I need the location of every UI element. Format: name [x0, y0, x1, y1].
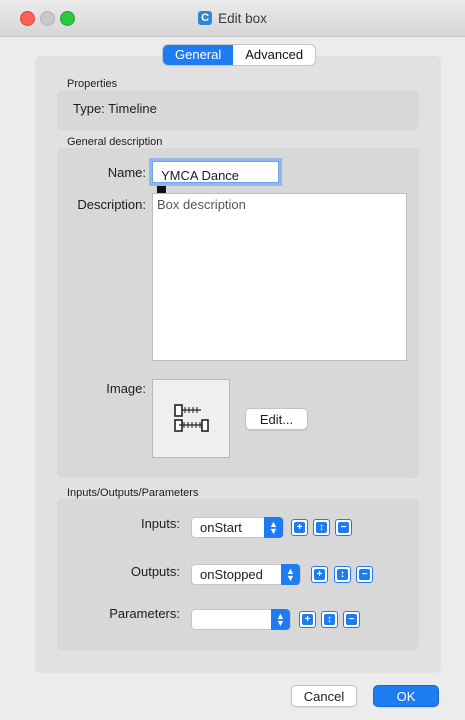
minus-icon: − — [340, 522, 347, 533]
window-title: C Edit box — [0, 0, 465, 36]
io-section-label: Inputs/Outputs/Parameters — [67, 487, 199, 499]
remove-output-button[interactable]: − — [356, 566, 373, 583]
name-field[interactable]: YMCA Dance — [152, 161, 279, 206]
inputs-label: Inputs: — [140, 516, 180, 531]
edit-output-button[interactable]: ↕ — [334, 566, 351, 583]
box-image-well[interactable] — [152, 379, 230, 458]
chevron-updown-icon: ▲ ▼ — [264, 517, 283, 538]
name-label: Name: — [107, 165, 146, 180]
chevron-updown-icon: ▲ ▼ — [271, 609, 290, 630]
edit-icon: ↕ — [327, 614, 332, 625]
edit-icon: ↕ — [340, 569, 345, 580]
plus-icon: + — [296, 522, 303, 533]
plus-icon: + — [304, 614, 311, 625]
edit-parameter-button[interactable]: ↕ — [321, 611, 338, 628]
window-title-text: Edit box — [218, 10, 267, 26]
properties-section-label: Properties — [67, 78, 118, 90]
parameters-select[interactable]: ▲ ▼ — [191, 609, 291, 630]
timeline-icon — [174, 404, 209, 432]
description-label: Description: — [77, 197, 146, 212]
properties-box: Type: Timeline — [57, 90, 419, 130]
minus-icon: − — [361, 569, 368, 580]
general-description-section-label: General description — [67, 136, 163, 148]
description-textarea[interactable]: Box description — [152, 193, 407, 361]
remove-parameter-button[interactable]: − — [343, 611, 360, 628]
type-text: Type: Timeline — [73, 101, 157, 116]
inputs-select[interactable]: onStart ▲ ▼ — [191, 517, 284, 538]
outputs-select[interactable]: onStopped ▲ ▼ — [191, 564, 301, 585]
outputs-label: Outputs: — [130, 564, 180, 579]
title-bar: C Edit box — [0, 0, 465, 37]
edit-icon: ↕ — [319, 522, 324, 533]
outputs-select-value: onStopped — [200, 567, 263, 582]
add-output-button[interactable]: + — [311, 566, 328, 583]
description-value: Box description — [157, 197, 246, 212]
tab-advanced[interactable]: Advanced — [233, 45, 316, 65]
image-label: Image: — [106, 381, 146, 396]
remove-input-button[interactable]: − — [335, 519, 352, 536]
edit-image-button[interactable]: Edit... — [245, 408, 308, 430]
tab-bar: General Advanced — [163, 45, 316, 65]
inputs-select-value: onStart — [200, 520, 242, 535]
add-input-button[interactable]: + — [291, 519, 308, 536]
cancel-button[interactable]: Cancel — [291, 685, 357, 707]
minus-icon: − — [348, 614, 355, 625]
parameters-label: Parameters: — [109, 606, 180, 621]
plus-icon: + — [316, 569, 323, 580]
add-parameter-button[interactable]: + — [299, 611, 316, 628]
app-icon: C — [198, 11, 213, 25]
tab-general[interactable]: General — [163, 45, 234, 65]
edit-input-button[interactable]: ↕ — [313, 519, 330, 536]
name-value: YMCA Dance — [161, 168, 240, 183]
ok-button[interactable]: OK — [373, 685, 439, 707]
chevron-updown-icon: ▲ ▼ — [281, 564, 300, 585]
